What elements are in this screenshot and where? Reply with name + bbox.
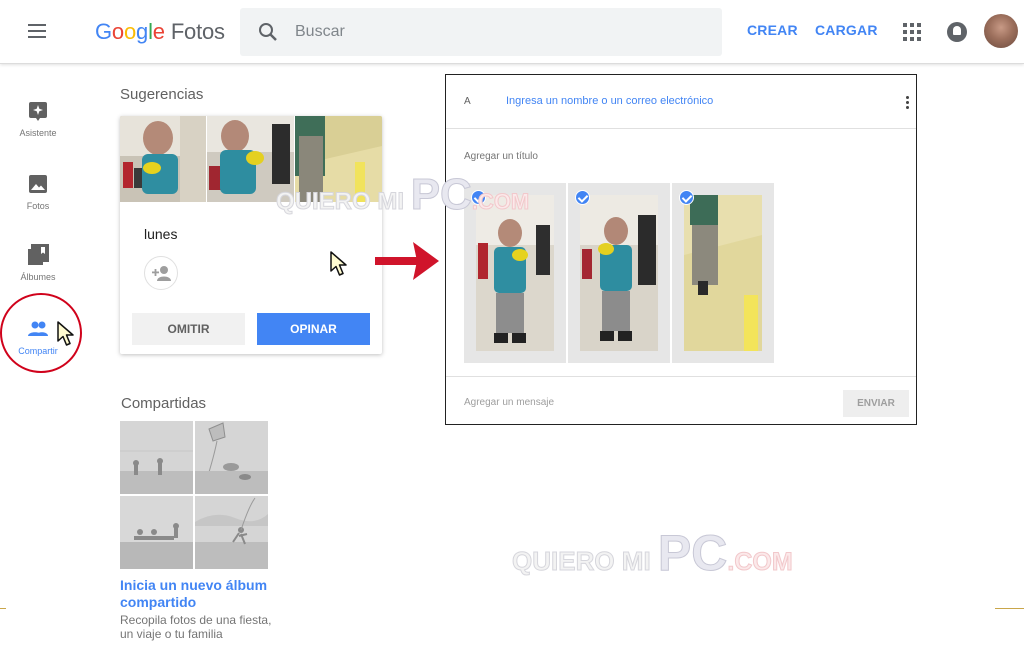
illustration-tile [195,421,268,494]
nav-item-assistant[interactable]: Asistente [8,100,68,158]
mouse-pointer-icon [330,251,347,276]
add-person-icon [152,266,171,281]
nav-item-photos[interactable]: Fotos [8,173,68,231]
nav-label-photos: Fotos [26,201,50,211]
recipient-label: A [464,96,471,107]
mouse-pointer-icon [57,321,74,346]
suggestion-card: lunes OMITIR OPINAR [120,116,382,354]
assistant-icon [29,102,47,121]
album-title-input[interactable]: Agregar un título [464,151,538,162]
search-icon [259,23,277,41]
message-input[interactable]: Agregar un mensaje [464,397,554,408]
photo-icon [29,175,47,193]
avatar[interactable] [984,14,1018,48]
new-shared-album-description: Recopila fotos de una fiesta, un viaje o… [120,613,272,641]
share-dialog: A Ingresa un nombre o un correo electrón… [445,74,917,425]
opinar-button[interactable]: OPINAR [257,313,370,345]
shared-album-illustration[interactable] [120,421,268,569]
shared-title: Compartidas [121,395,207,412]
apps-grid-icon[interactable] [903,23,921,41]
annotation-arrow [375,242,439,280]
top-app-bar: GoogleFotos CREAR CARGAR [0,0,1024,64]
recipient-input[interactable]: Ingresa un nombre o un correo electrónic… [506,95,713,107]
notifications-icon[interactable] [947,22,967,42]
watermark: QUIERO MI PC.COM [512,525,794,582]
create-button[interactable]: CREAR [747,22,798,38]
divider [995,608,1024,609]
selected-photo[interactable] [568,183,670,363]
suggestion-day: lunes [144,226,178,242]
selected-check-icon[interactable] [471,190,486,205]
suggestion-photo [295,116,382,202]
divider [446,376,916,377]
nav-label-albums: Álbumes [20,272,56,282]
suggestions-title: Sugerencias [120,86,204,103]
albums-icon [28,244,49,265]
main-menu-icon[interactable] [26,22,48,40]
illustration-tile [195,496,268,569]
search-input[interactable] [295,20,695,44]
illustration-tile [120,496,193,569]
selected-photo[interactable] [464,183,566,363]
more-options-icon[interactable] [906,96,910,110]
suggestion-photo [207,116,294,202]
upload-button[interactable]: CARGAR [815,22,878,38]
omit-button[interactable]: OMITIR [132,313,245,345]
add-person-button[interactable] [144,256,178,290]
selected-check-icon[interactable] [679,190,694,205]
illustration-tile [120,421,193,494]
google-photos-page: GoogleFotos CREAR CARGAR Asistente [0,0,1024,650]
send-button[interactable]: ENVIAR [843,390,909,417]
selected-photo[interactable] [672,183,774,363]
nav-label-assistant: Asistente [19,128,57,138]
suggestion-photos[interactable] [120,116,382,202]
product-name: Fotos [170,19,225,44]
divider [0,608,6,609]
selected-check-icon[interactable] [575,190,590,205]
suggestion-photo [120,116,206,202]
search-bar[interactable] [240,8,722,56]
google-photos-logo[interactable]: Google Fotos [95,19,225,45]
new-shared-album-link[interactable]: Inicia un nuevo álbum compartido [120,577,280,611]
divider [446,128,916,129]
